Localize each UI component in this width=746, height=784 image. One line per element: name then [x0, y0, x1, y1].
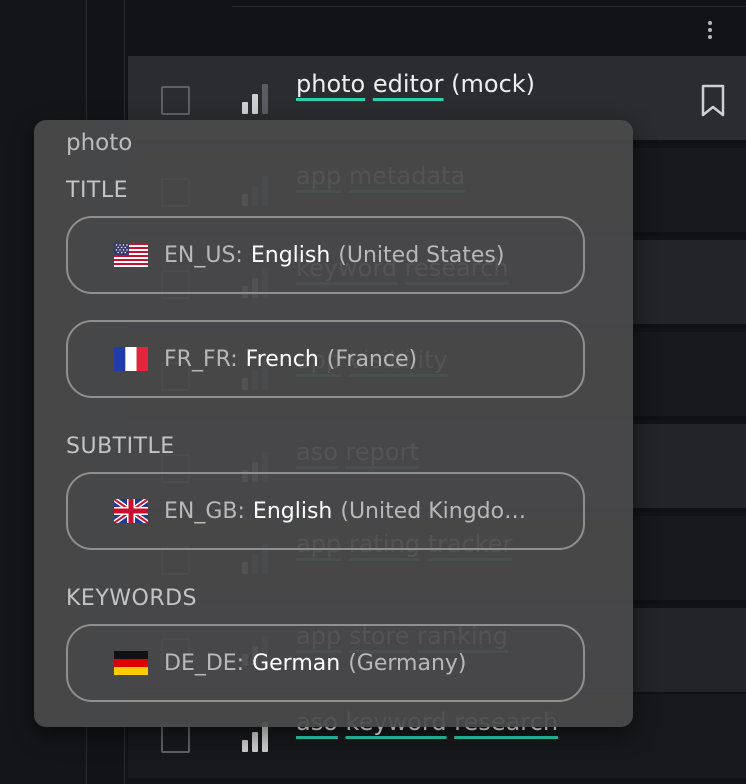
- app-root: photo editor (mock) app metadata keyword: [0, 0, 746, 784]
- locale-region: (United States): [338, 242, 505, 268]
- locale-language: German: [252, 650, 341, 676]
- difficulty-bars-icon: [242, 84, 270, 114]
- locale-button-de-de[interactable]: DE_DE: German (Germany): [66, 624, 585, 702]
- header-divider: [232, 6, 746, 7]
- keyword-token[interactable]: editor: [373, 70, 444, 98]
- locale-region: (Germany): [348, 650, 467, 676]
- section-label-title: TITLE: [66, 178, 129, 203]
- row-title-link[interactable]: photo editor (mock): [296, 70, 535, 98]
- locale-code: FR_FR:: [164, 346, 238, 372]
- row-checkbox[interactable]: [161, 86, 190, 115]
- locale-button-fr-fr[interactable]: FR_FR: French (France): [66, 320, 585, 398]
- locale-button-en-gb[interactable]: EN_GB: English (United Kingdo…: [66, 472, 585, 550]
- keyword-token[interactable]: photo: [296, 70, 365, 98]
- locale-button-en-us[interactable]: EN_US: English (United States): [66, 216, 585, 294]
- locale-code: DE_DE:: [164, 650, 245, 676]
- row-title-suffix: (mock): [451, 70, 536, 98]
- locale-language: English: [252, 498, 333, 524]
- locale-region: (United Kingdo…: [340, 498, 527, 524]
- locale-language: French: [245, 346, 319, 372]
- fr-flag-icon: [114, 347, 148, 371]
- bookmark-icon[interactable]: [700, 84, 726, 118]
- locale-language: English: [250, 242, 331, 268]
- section-label-keywords: KEYWORDS: [66, 586, 198, 611]
- de-flag-icon: [114, 651, 148, 675]
- keyword-locale-popover: photo TITLE EN_US: English (United State…: [34, 120, 633, 727]
- row-checkbox[interactable]: [161, 724, 190, 753]
- us-flag-icon: [114, 243, 148, 267]
- gb-flag-icon: [114, 499, 148, 523]
- popover-query: photo: [66, 130, 133, 156]
- locale-code: EN_GB:: [164, 498, 245, 524]
- locale-code: EN_US:: [164, 242, 243, 268]
- more-vertical-icon[interactable]: [698, 14, 722, 46]
- section-label-subtitle: SUBTITLE: [66, 434, 175, 459]
- locale-region: (France): [326, 346, 418, 372]
